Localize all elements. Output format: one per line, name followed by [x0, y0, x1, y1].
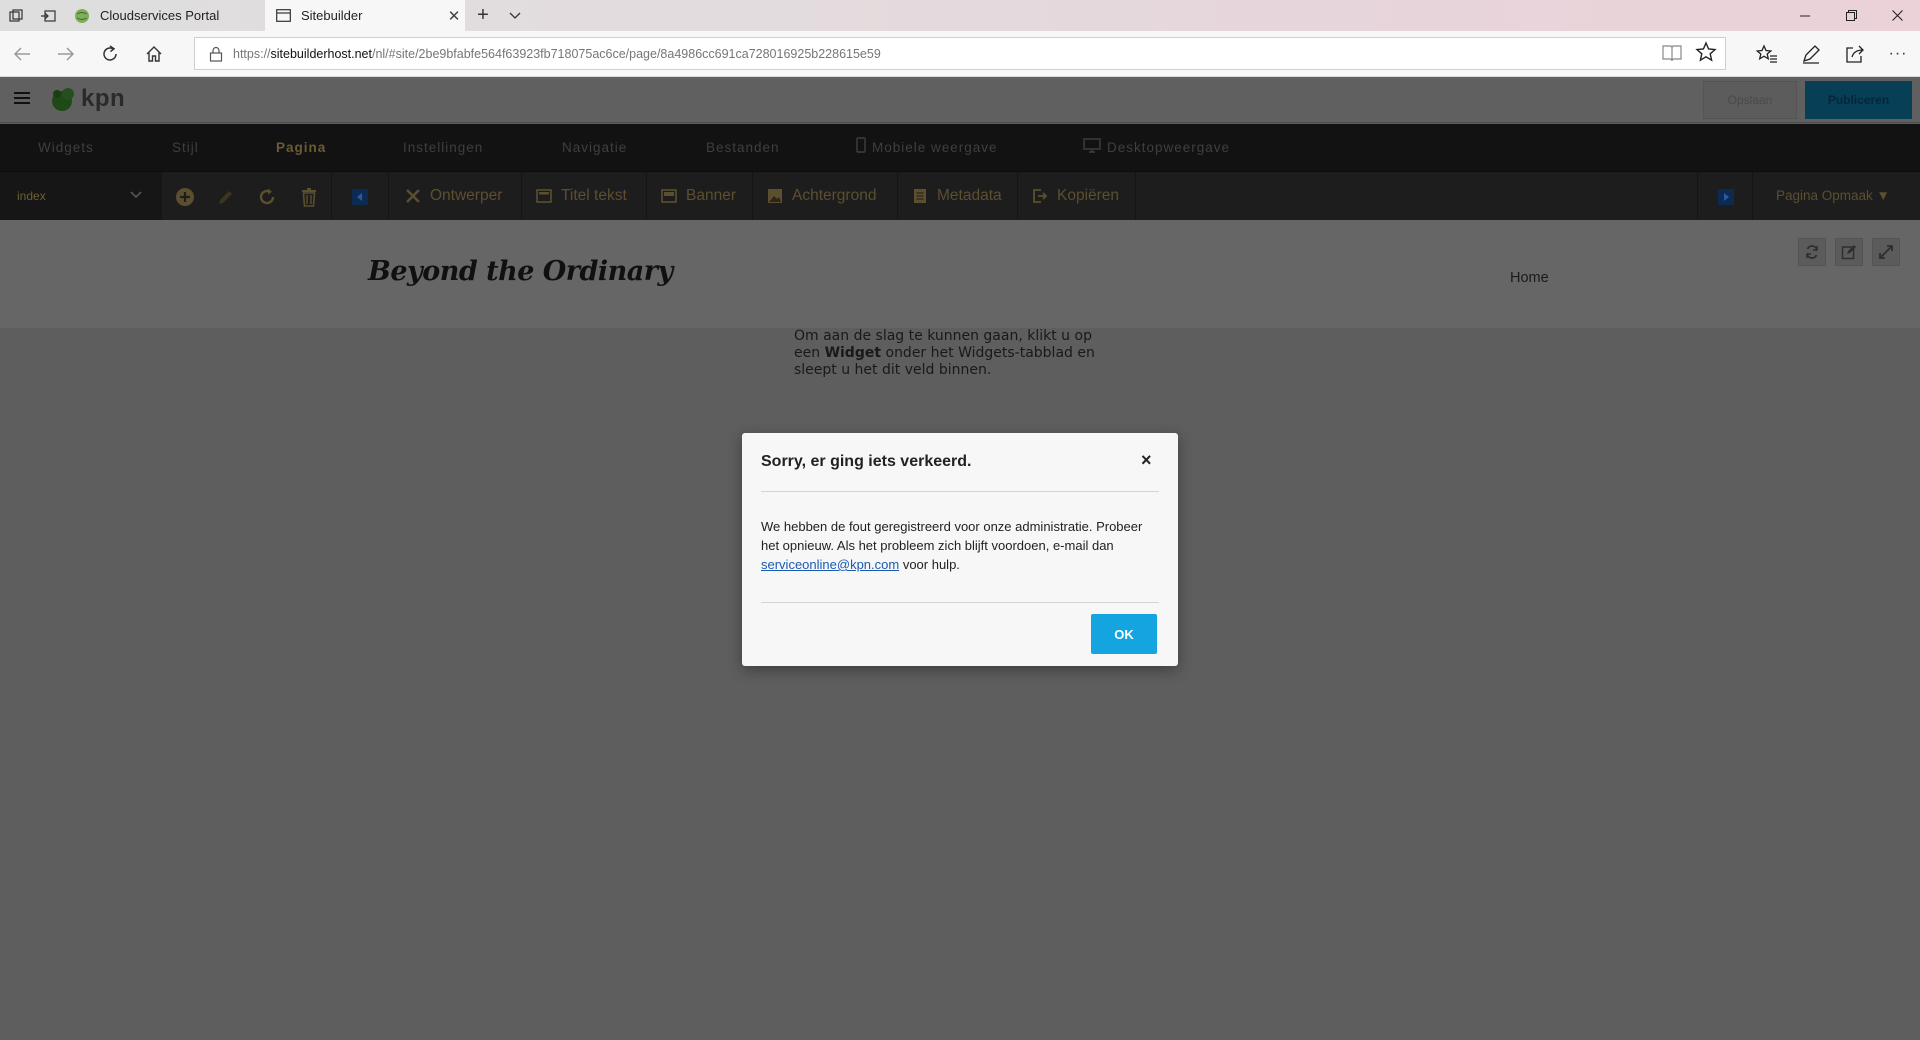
page-icon [275, 8, 291, 24]
collapse-left-icon[interactable] [349, 186, 371, 208]
favorite-star-icon[interactable] [1695, 41, 1719, 65]
background-button[interactable]: Achtergrond [766, 172, 876, 220]
address-bar[interactable]: https://sitebuilderhost.net/nl/#site/2be… [194, 37, 1726, 70]
divider [1752, 172, 1753, 220]
minimize-icon[interactable] [1782, 0, 1828, 31]
divider [1697, 172, 1698, 220]
reading-view-icon[interactable] [1662, 44, 1684, 64]
edit-page-icon[interactable] [215, 186, 237, 208]
divider [1017, 172, 1018, 220]
dialog-title: Sorry, er ging iets verkeerd. [761, 453, 972, 470]
restore-icon[interactable] [1828, 0, 1874, 31]
divider [897, 172, 898, 220]
metadata-button[interactable]: Metadata [911, 172, 1002, 220]
title-text-button[interactable]: Titel tekst [535, 172, 627, 220]
web-note-icon[interactable] [1789, 31, 1833, 77]
tab-navigatie[interactable]: Navigatie [562, 124, 627, 171]
refresh-icon[interactable] [88, 31, 132, 77]
hamburger-menu-icon[interactable] [14, 92, 30, 106]
site-logo: Beyond the Ordinary [368, 256, 673, 287]
globe-icon [74, 8, 90, 24]
delete-page-icon[interactable] [298, 186, 320, 208]
tab-widgets[interactable]: Widgets [38, 124, 94, 171]
main-menu: Widgets Stijl Pagina Instellingen Naviga… [0, 124, 1920, 171]
favorites-hub-icon[interactable] [1745, 31, 1789, 77]
more-icon[interactable]: ··· [1876, 31, 1920, 77]
metadata-icon [911, 187, 929, 205]
tab-cloudservices-portal[interactable]: Cloudservices Portal [64, 0, 264, 31]
home-icon[interactable] [132, 31, 176, 77]
tab-instellingen[interactable]: Instellingen [403, 124, 483, 171]
page-toolbar: index Ontwerper Titel tekst Banner Achte… [0, 171, 1920, 220]
share-icon[interactable] [1833, 31, 1877, 77]
kpn-logo-mark-icon [52, 88, 74, 111]
edit-header-icon[interactable] [1835, 238, 1863, 266]
new-tab-icon[interactable]: + [467, 0, 499, 31]
close-tab-icon[interactable]: ✕ [443, 7, 465, 25]
back-icon[interactable] [0, 31, 44, 77]
save-button[interactable]: Opslaan [1703, 81, 1797, 119]
banner-icon [660, 187, 678, 205]
page-select-value: index [17, 189, 46, 203]
browser-tab-strip: Cloudservices Portal Sitebuilder ✕ + [0, 0, 1920, 31]
designer-icon [404, 187, 422, 205]
ok-button[interactable]: OK [1091, 614, 1157, 654]
browser-toolbar: https://sitebuilderhost.net/nl/#site/2be… [0, 31, 1920, 77]
collapse-right-icon[interactable] [1715, 186, 1737, 208]
chevron-down-icon [130, 188, 142, 202]
expand-icon[interactable] [1872, 238, 1900, 266]
background-icon [766, 187, 784, 205]
tab-title: Cloudservices Portal [100, 8, 220, 23]
kpn-logo: kpn [48, 83, 125, 115]
divider [1135, 172, 1136, 220]
divider [761, 602, 1159, 603]
designer-button[interactable]: Ontwerper [404, 172, 502, 220]
tab-stijl[interactable]: Stijl [172, 124, 199, 171]
title-text-icon [535, 187, 553, 205]
copy-icon [1031, 187, 1049, 205]
site-header-preview: Beyond the Ordinary Home [0, 220, 1920, 328]
refresh-preview-icon[interactable] [1798, 238, 1826, 266]
support-email-link[interactable]: serviceonline@kpn.com [761, 557, 899, 572]
tab-actions-icon[interactable] [0, 0, 32, 31]
logo-text: kpn [81, 85, 126, 112]
divider [331, 172, 332, 220]
tab-desktop-view[interactable]: Desktopweergave [1083, 124, 1230, 171]
url-text: https://sitebuilderhost.net/nl/#site/2be… [233, 47, 881, 61]
tab-bestanden[interactable]: Bestanden [706, 124, 780, 171]
error-dialog: Sorry, er ging iets verkeerd. × We hebbe… [742, 433, 1178, 666]
lock-icon [209, 46, 223, 62]
close-dialog-icon[interactable]: × [1141, 450, 1152, 471]
tab-sitebuilder[interactable]: Sitebuilder ✕ [265, 0, 465, 31]
page-layout-menu[interactable]: Pagina Opmaak ▼ [1776, 188, 1890, 203]
publish-button[interactable]: Publiceren [1805, 81, 1912, 119]
add-page-icon[interactable] [174, 186, 196, 208]
forward-icon[interactable] [44, 31, 88, 77]
divider [521, 172, 522, 220]
close-icon[interactable] [1874, 0, 1920, 31]
site-nav-home[interactable]: Home [1510, 270, 1549, 286]
desktop-icon [1083, 125, 1101, 172]
banner-button[interactable]: Banner [660, 172, 736, 220]
drop-zone-hint: Om aan de slag te kunnen gaan, klikt u o… [794, 328, 1095, 378]
refresh-page-icon[interactable] [256, 186, 278, 208]
tab-pagina[interactable]: Pagina [276, 124, 326, 171]
divider [646, 172, 647, 220]
mobile-icon [856, 125, 866, 172]
dialog-message: We hebben de fout geregistreerd voor onz… [761, 519, 1143, 572]
set-aside-tabs-icon[interactable] [32, 0, 64, 31]
divider [388, 172, 389, 220]
tab-title: Sitebuilder [301, 8, 363, 23]
tab-mobile-view[interactable]: Mobiele weergave [856, 124, 998, 171]
page-select[interactable]: index [0, 172, 162, 220]
app-header: kpn Opslaan Publiceren [0, 77, 1920, 123]
tab-list-icon[interactable] [499, 0, 531, 31]
divider [761, 491, 1159, 492]
copy-button[interactable]: Kopiëren [1031, 172, 1119, 220]
divider [752, 172, 753, 220]
